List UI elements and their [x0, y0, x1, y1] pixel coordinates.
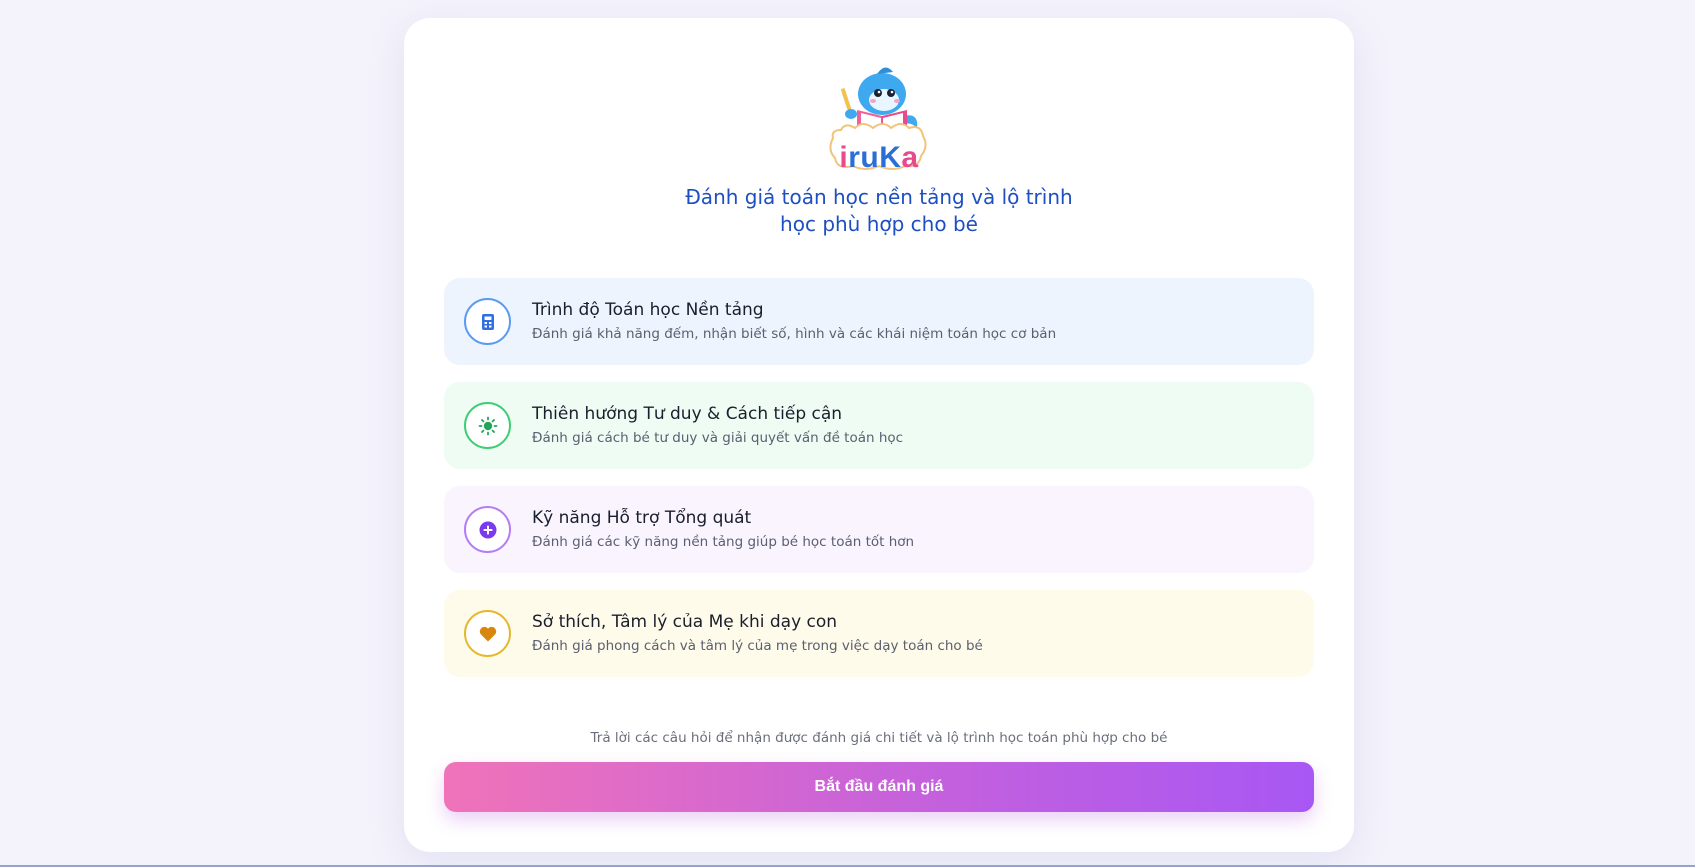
page: iruKa Đánh giá toán học nền tảng và lộ t… — [0, 0, 1695, 867]
title-line-2: học phù hợp cho bé — [780, 212, 978, 236]
feature-title: Trình độ Toán học Nền tảng — [532, 300, 764, 320]
start-assessment-button[interactable]: Bắt đầu đánh giá — [444, 762, 1314, 812]
feature-title: Thiên hướng Tư duy & Cách tiếp cận — [532, 404, 843, 424]
svg-text:iruKa: iruKa — [839, 141, 918, 174]
plus-circle-icon — [464, 506, 511, 553]
feature-description: Đánh giá cách bé tư duy và giải quyết vấ… — [532, 430, 904, 446]
feature-support-skills: Kỹ năng Hỗ trợ Tổng quát Đánh giá các kỹ… — [444, 486, 1314, 573]
title-line-1: Đánh giá toán học nền tảng và lộ trình — [685, 185, 1073, 209]
intro-card: iruKa Đánh giá toán học nền tảng và lộ t… — [404, 18, 1354, 852]
instruction-text: Trả lời các câu hỏi để nhận được đánh gi… — [590, 730, 1168, 746]
feature-description: Đánh giá các kỹ năng nền tảng giúp bé họ… — [532, 534, 915, 550]
iruka-wordmark: iruKa — [839, 141, 918, 174]
sun-icon — [464, 402, 511, 449]
heart-icon — [464, 610, 511, 657]
feature-parent-psychology: Sở thích, Tâm lý của Mẹ khi dạy con Đánh… — [444, 590, 1314, 677]
page-title: Đánh giá toán học nền tảng và lộ trình h… — [554, 184, 1204, 238]
feature-title: Kỹ năng Hỗ trợ Tổng quát — [532, 508, 752, 528]
calculator-icon — [464, 298, 511, 345]
feature-math-level: Trình độ Toán học Nền tảng Đánh giá khả … — [444, 278, 1314, 365]
feature-description: Đánh giá khả năng đếm, nhận biết số, hìn… — [532, 326, 1057, 342]
feature-description: Đánh giá phong cách và tâm lý của mẹ tro… — [532, 638, 983, 654]
iruka-logo: iruKa — [827, 60, 931, 180]
feature-thinking-style: Thiên hướng Tư duy & Cách tiếp cận Đánh … — [444, 382, 1314, 469]
feature-title: Sở thích, Tâm lý của Mẹ khi dạy con — [532, 612, 838, 632]
